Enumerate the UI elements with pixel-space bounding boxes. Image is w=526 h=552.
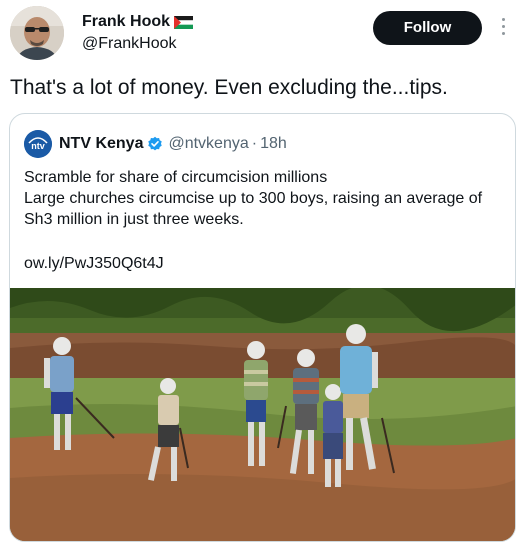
quote-header: ntv NTV Kenya @ntvkenya · 18h xyxy=(24,130,287,158)
quote-timestamp[interactable]: 18h xyxy=(260,135,287,153)
author-name-text[interactable]: Frank Hook xyxy=(82,12,170,32)
avatar[interactable] xyxy=(10,6,64,60)
palestine-flag-icon xyxy=(174,15,194,29)
quote-handle[interactable]: @ntvkenya xyxy=(168,135,248,153)
separator-dot: · xyxy=(251,135,258,152)
author-display-name[interactable]: Frank Hook xyxy=(82,12,194,32)
quote-display-name[interactable]: NTV Kenya xyxy=(59,135,143,153)
author-info: Frank Hook @FrankHook xyxy=(82,12,194,54)
author-handle[interactable]: @FrankHook xyxy=(82,34,193,54)
follow-button[interactable]: Follow xyxy=(373,11,482,45)
tweet-header: Frank Hook @FrankHook Follow xyxy=(0,0,526,66)
quote-body: Scramble for share of circumcision milli… xyxy=(24,167,504,230)
quoted-tweet[interactable]: ntv NTV Kenya @ntvkenya · 18h Scramble f… xyxy=(9,113,516,542)
more-vertical-icon[interactable] xyxy=(496,14,510,42)
tweet-text: That's a lot of money. Even excluding th… xyxy=(10,76,448,99)
svg-text:ntv: ntv xyxy=(31,141,45,151)
quote-summary: Large churches circumcise up to 300 boys… xyxy=(24,190,483,228)
photo-boys-painted-white[interactable] xyxy=(10,288,515,541)
quote-link[interactable]: ow.ly/PwJ350Q6t4J xyxy=(24,255,164,273)
ntv-logo-avatar[interactable]: ntv xyxy=(24,130,52,158)
quote-headline: Scramble for share of circumcision milli… xyxy=(24,169,328,186)
verified-badge-icon xyxy=(148,136,163,151)
